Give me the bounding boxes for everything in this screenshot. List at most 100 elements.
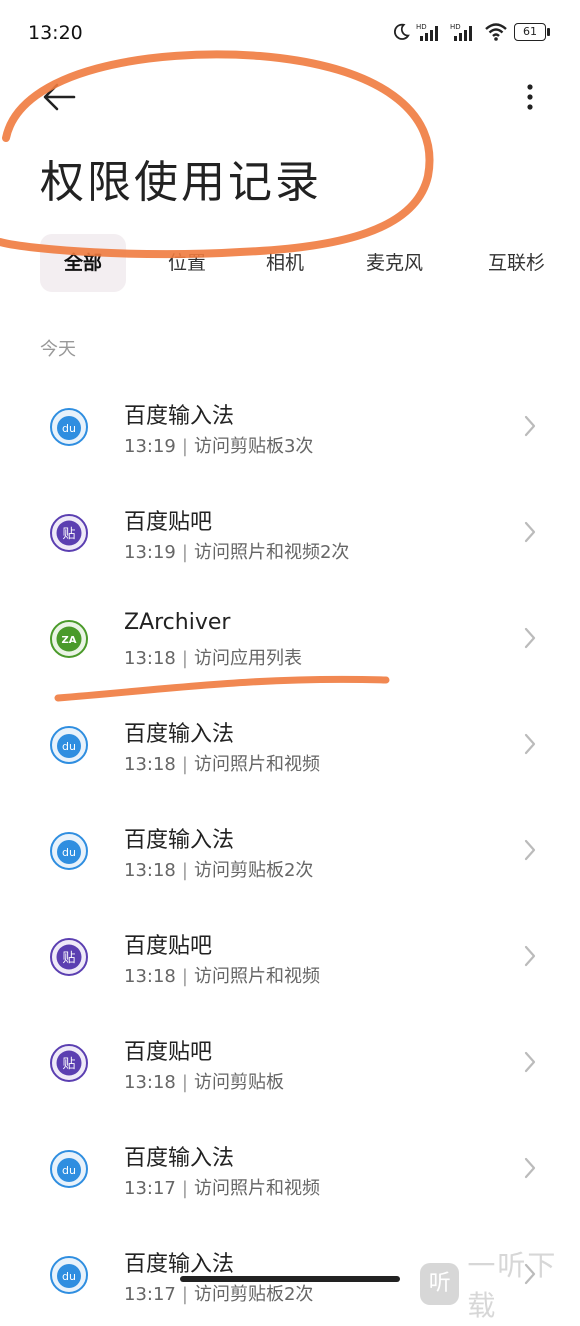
access-action: 访问剪贴板3次: [193, 436, 314, 457]
access-time: 13:19: [124, 436, 176, 457]
icon-text: 贴: [62, 527, 75, 542]
access-action: 访问照片和视频: [193, 754, 320, 775]
list-item[interactable]: ZA ZArchiver 13:18 | 访问应用列表: [0, 584, 580, 690]
access-time: 13:19: [124, 542, 176, 563]
access-action: 访问剪贴板2次: [193, 1284, 314, 1305]
app-name: 百度输入法: [124, 722, 235, 747]
app-name: ZArchiver: [124, 610, 231, 635]
baidu-tieba-icon: 贴: [50, 1044, 88, 1082]
tab-camera[interactable]: 相机: [266, 234, 304, 292]
app-name: 百度贴吧: [124, 510, 213, 535]
signal-hd-icon: HD: [416, 23, 438, 41]
access-time: 13:18: [124, 860, 176, 881]
separator: |: [181, 436, 188, 457]
icon-text: ZA: [62, 635, 77, 646]
home-indicator[interactable]: [180, 1276, 400, 1282]
access-detail: 13:18 | 访问应用列表: [124, 644, 302, 670]
tab-location[interactable]: 位置: [168, 234, 206, 292]
access-detail: 13:17 | 访问照片和视频: [124, 1174, 320, 1200]
access-detail: 13:19 | 访问剪贴板3次: [124, 432, 313, 458]
separator: |: [181, 1178, 188, 1199]
baidu-input-icon: du: [50, 408, 88, 446]
access-action: 访问剪贴板2次: [193, 860, 314, 881]
icon-text: 贴: [62, 1057, 75, 1072]
separator: |: [181, 966, 188, 987]
hd-label-2: HD: [450, 23, 461, 31]
icon-text: 贴: [62, 951, 75, 966]
access-action: 访问剪贴板: [193, 1072, 284, 1093]
access-detail: 13:17 | 访问剪贴板2次: [124, 1280, 313, 1306]
baidu-input-icon: du: [50, 726, 88, 764]
chevron-right-icon: [524, 1157, 536, 1179]
battery-icon: 61: [514, 23, 550, 41]
status-time: 13:20: [28, 22, 83, 44]
status-bar: 13:20 HD HD 61: [0, 0, 580, 70]
list-item[interactable]: 贴 百度贴吧 13:18 | 访问照片和视频: [0, 902, 580, 1008]
chevron-right-icon: [524, 415, 536, 437]
list-item[interactable]: 贴 百度贴吧 13:18 | 访问剪贴板: [0, 1008, 580, 1114]
filter-tabs: 全部 位置 相机 麦克风 互联杉: [40, 234, 580, 294]
access-detail: 13:18 | 访问剪贴板2次: [124, 856, 313, 882]
icon-text: du: [62, 740, 76, 753]
access-time: 13:18: [124, 648, 176, 669]
baidu-tieba-icon: 贴: [50, 938, 88, 976]
app-name: 百度输入法: [124, 1252, 235, 1277]
chevron-right-icon: [524, 627, 536, 649]
page-title: 权限使用记录: [40, 157, 322, 208]
access-time: 13:18: [124, 1072, 176, 1093]
chevron-right-icon: [524, 945, 536, 967]
baidu-input-icon: du: [50, 832, 88, 870]
app-name: 百度输入法: [124, 1146, 235, 1171]
tab-all[interactable]: 全部: [40, 234, 127, 292]
list-item[interactable]: du 百度输入法 13:19 | 访问剪贴板3次: [0, 372, 580, 478]
baidu-input-icon: du: [50, 1150, 88, 1188]
watermark-logo: 听: [420, 1263, 460, 1305]
watermark-text: 一听下载: [467, 1249, 558, 1322]
arrow-left-icon: [43, 83, 76, 111]
chevron-right-icon: [524, 521, 536, 543]
access-time: 13:18: [124, 754, 176, 775]
access-time: 13:17: [124, 1178, 176, 1199]
moon-icon: [393, 23, 410, 40]
separator: |: [181, 1284, 188, 1305]
access-action: 访问应用列表: [193, 648, 302, 669]
access-time: 13:18: [124, 966, 176, 987]
separator: |: [181, 1072, 188, 1093]
baidu-tieba-icon: 贴: [50, 514, 88, 552]
chevron-right-icon: [524, 839, 536, 861]
status-icons: HD HD 61: [392, 22, 550, 42]
separator: |: [181, 754, 188, 775]
separator: |: [181, 860, 188, 881]
signal-hd-icon-2: HD: [450, 23, 472, 41]
app-name: 百度贴吧: [124, 1040, 213, 1065]
icon-text: du: [62, 1164, 76, 1177]
chevron-right-icon: [524, 1051, 536, 1073]
baidu-input-icon: du: [50, 1256, 88, 1294]
icon-text: du: [62, 422, 76, 435]
wifi-icon: [485, 23, 507, 41]
access-action: 访问照片和视频: [193, 1178, 320, 1199]
list-item[interactable]: du 百度输入法 13:18 | 访问照片和视频: [0, 690, 580, 796]
access-detail: 13:18 | 访问照片和视频: [124, 962, 320, 988]
access-detail: 13:19 | 访问照片和视频2次: [124, 538, 349, 564]
separator: |: [181, 542, 188, 563]
section-today-label: 今天: [40, 339, 76, 360]
icon-text: du: [62, 846, 76, 859]
access-action: 访问照片和视频2次: [193, 542, 350, 563]
chevron-right-icon: [524, 733, 536, 755]
back-button[interactable]: [40, 80, 80, 114]
hd-label: HD: [416, 23, 427, 31]
zarchiver-icon: ZA: [50, 620, 88, 658]
tab-microphone[interactable]: 麦克风: [366, 234, 423, 292]
more-options-button[interactable]: [518, 80, 542, 114]
access-detail: 13:18 | 访问照片和视频: [124, 750, 320, 776]
icon-text: du: [62, 1270, 76, 1283]
list-item[interactable]: du 百度输入法 13:18 | 访问剪贴板2次: [0, 796, 580, 902]
tab-internet[interactable]: 互联杉: [488, 234, 545, 292]
separator: |: [181, 648, 188, 669]
more-vertical-icon: [527, 84, 533, 110]
list-item[interactable]: 贴 百度贴吧 13:19 | 访问照片和视频2次: [0, 478, 580, 584]
list-item[interactable]: du 百度输入法 13:17 | 访问照片和视频: [0, 1114, 580, 1220]
access-time: 13:17: [124, 1284, 176, 1305]
app-name: 百度输入法: [124, 828, 235, 853]
